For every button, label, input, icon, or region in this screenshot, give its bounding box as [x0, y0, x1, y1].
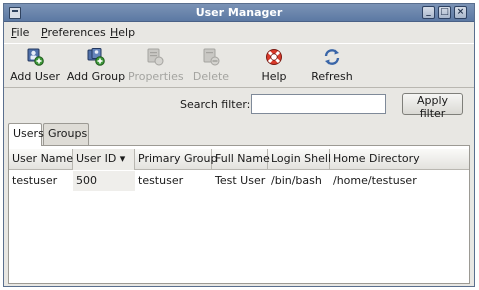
lifebuoy-icon — [266, 49, 282, 65]
sort-descending-icon: ▾ — [119, 152, 126, 165]
column-home-directory[interactable]: Home Directory — [330, 149, 469, 170]
delete-icon — [203, 48, 220, 66]
search-filter-label: Search filter: — [180, 98, 251, 111]
delete-button[interactable]: Delete — [188, 46, 234, 86]
column-user-name[interactable]: User Name — [9, 149, 73, 170]
add-group-label: Add Group — [66, 70, 126, 83]
cell-home-directory: /home/testuser — [333, 174, 417, 187]
cell-user-id: 500 — [73, 171, 135, 191]
column-full-name[interactable]: Full Name — [212, 149, 270, 170]
menu-file-label: ile — [16, 26, 30, 39]
refresh-icon — [324, 49, 340, 65]
column-user-id-label: User ID — [76, 152, 117, 165]
cell-primary-group: testuser — [138, 174, 184, 187]
add-user-icon — [27, 48, 44, 66]
tab-groups[interactable]: Groups — [43, 123, 89, 145]
help-label: Help — [261, 70, 287, 83]
help-button[interactable]: Help — [254, 46, 294, 86]
table-header: User Name User ID ▾ Primary Group Full N… — [9, 149, 469, 170]
search-filter-input[interactable] — [251, 94, 386, 114]
title-bar[interactable]: User Manager _ □ × — [4, 4, 474, 22]
search-row: Search filter: Apply filter — [4, 91, 474, 120]
refresh-button[interactable]: Refresh — [310, 46, 354, 86]
properties-label: Properties — [128, 70, 184, 83]
menu-help-label: elp — [118, 26, 136, 39]
toolbar: Add User Add Group Properties Delete Hel… — [4, 43, 474, 88]
menu-bar: File Preferences Help — [4, 23, 474, 42]
cell-login-shell: /bin/bash — [271, 174, 322, 187]
users-panel: User Name User ID ▾ Primary Group Full N… — [8, 145, 470, 284]
window-title: User Manager — [195, 6, 283, 19]
add-group-icon — [87, 48, 105, 66]
menu-help[interactable]: Help — [110, 26, 135, 39]
tab-strip: Users Groups — [8, 123, 470, 146]
tab-users[interactable]: Users — [8, 123, 44, 146]
menu-preferences-label: references — [47, 26, 106, 39]
add-group-button[interactable]: Add Group — [66, 46, 126, 86]
properties-button[interactable]: Properties — [128, 46, 184, 86]
user-manager-window: User Manager _ □ × File Preferences Help… — [3, 3, 475, 287]
properties-icon — [147, 48, 164, 66]
refresh-label: Refresh — [311, 70, 353, 83]
add-user-label: Add User — [10, 70, 60, 83]
column-primary-group[interactable]: Primary Group — [135, 149, 218, 170]
menu-file[interactable]: File — [11, 26, 29, 39]
cell-full-name: Test User — [215, 174, 266, 187]
maximize-button[interactable]: □ — [438, 6, 451, 19]
add-user-button[interactable]: Add User — [8, 46, 62, 86]
apply-filter-button[interactable]: Apply filter — [402, 93, 463, 120]
table-row[interactable]: testuser 500 testuser Test User /bin/bas… — [9, 171, 469, 191]
column-login-shell[interactable]: Login Shell — [268, 149, 331, 170]
menu-preferences[interactable]: Preferences — [41, 26, 106, 39]
cell-user-name: testuser — [12, 174, 58, 187]
minimize-button[interactable]: _ — [422, 6, 435, 19]
delete-label: Delete — [192, 70, 230, 83]
column-user-id[interactable]: User ID ▾ — [73, 149, 135, 170]
close-button[interactable]: × — [454, 6, 467, 19]
